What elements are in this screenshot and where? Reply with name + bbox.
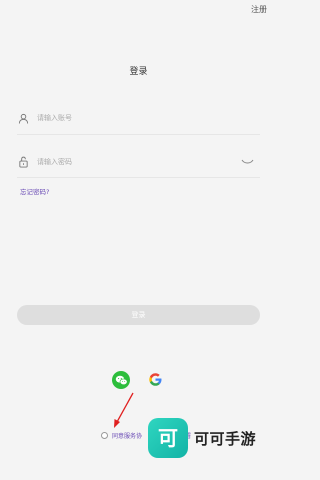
watermark-logo: 可 (148, 418, 188, 458)
watermark-text: 可可手游 (194, 429, 257, 448)
svg-text:可: 可 (158, 426, 178, 450)
watermark: 可 可可手游 (148, 416, 256, 460)
annotation-arrow (114, 392, 134, 428)
